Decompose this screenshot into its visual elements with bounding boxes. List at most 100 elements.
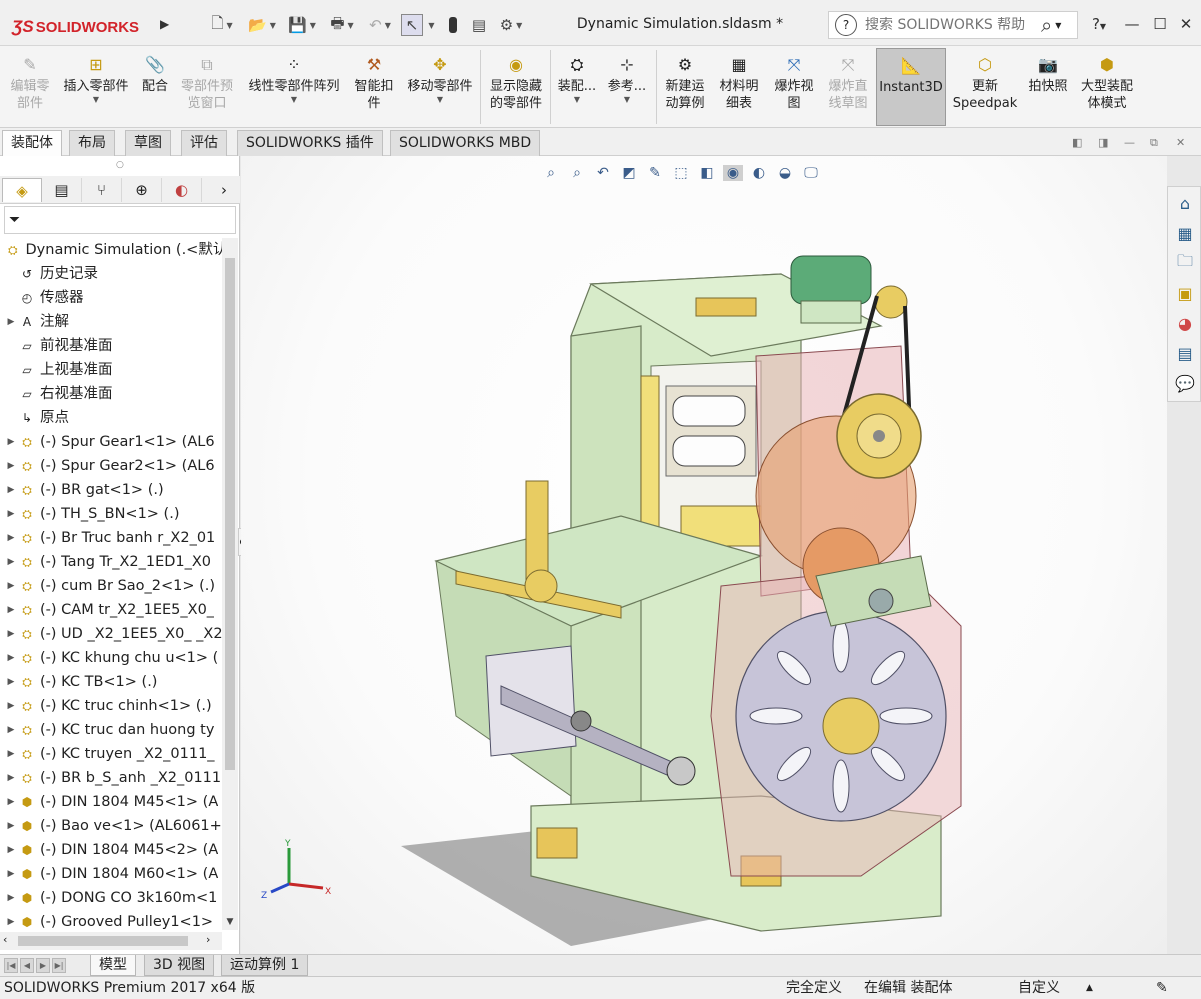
close-button[interactable]: ✕ — [1174, 12, 1198, 36]
feature-manager-tab[interactable]: ◈ — [2, 178, 42, 202]
tree-filter[interactable]: ⏷ — [4, 206, 236, 234]
panel-splitter-icon[interactable]: ○ — [116, 160, 124, 170]
scroll-down-icon[interactable]: ▼ — [222, 914, 238, 930]
configuration-manager-tab[interactable]: ⑂ — [82, 178, 122, 202]
expand-icon[interactable]: ▶ — [6, 670, 16, 694]
chevron-down-icon[interactable]: ▼ — [310, 21, 316, 30]
expand-icon[interactable]: ▶ — [6, 766, 16, 790]
scroll-up-icon[interactable] — [222, 238, 238, 254]
tree-item[interactable]: ▱ 前视基准面 — [0, 334, 222, 358]
scrollbar-thumb[interactable] — [225, 258, 235, 770]
expand-icon[interactable]: ▶ — [6, 886, 16, 910]
solidworks-logo[interactable]: ƷS SOLIDWORKS — [12, 12, 154, 42]
design-library-tab[interactable]: ▦ — [1170, 219, 1200, 247]
expand-icon[interactable]: ▶ — [6, 742, 16, 766]
save-button[interactable]: 💾 ▼ — [285, 14, 319, 36]
file-explorer-tab[interactable]: 🗀 — [1170, 249, 1200, 277]
show-hidden-components-button[interactable]: ◉ 显示隐藏 的零部件 — [484, 48, 548, 126]
file-properties-button[interactable]: ▤ — [469, 14, 489, 36]
tree-item[interactable]: ▶ ⛭ (-) Spur Gear1<1> (AL6 — [0, 430, 222, 454]
tree-item[interactable]: ◴ 传感器 — [0, 286, 222, 310]
appearances-tab[interactable]: ◕ — [1170, 309, 1200, 337]
forum-tab[interactable]: 💬 — [1170, 369, 1200, 397]
prev-tab-icon[interactable]: ◀ — [20, 958, 34, 973]
help-button[interactable]: ?▼ — [1086, 12, 1112, 36]
reference-geometry-button[interactable]: ⊹ 参考... ▼ — [604, 48, 650, 126]
search-icon[interactable]: ⌕ — [1041, 13, 1052, 37]
chevron-down-icon[interactable]: ▼ — [226, 21, 232, 30]
tree-item[interactable]: ▶ ⬢ (-) DIN 1804 M45<2> (A — [0, 838, 222, 862]
help-question-icon[interactable]: ? — [835, 14, 857, 36]
first-tab-icon[interactable]: |◀ — [4, 958, 18, 973]
instant3d-button[interactable]: 📐 Instant3D — [876, 48, 946, 126]
tree-item[interactable]: ▶ A 注解 — [0, 310, 222, 334]
tree-horizontal-scrollbar[interactable]: ‹ › — [0, 932, 222, 950]
tree-root[interactable]: ⛭ Dynamic Simulation (.<默认 — [0, 238, 222, 262]
doc-minimize-icon[interactable]: — — [1124, 136, 1135, 149]
linear-pattern-button[interactable]: ⁘ 线性零部件阵列 ▼ — [242, 48, 346, 126]
search-input[interactable] — [865, 17, 1035, 33]
tree-item[interactable]: ▶ ⛭ (-) KC truyen _X2_0111_ — [0, 742, 222, 766]
custom-properties-tab[interactable]: ▤ — [1170, 339, 1200, 367]
expand-icon[interactable]: ▶ — [6, 502, 16, 526]
tab-model[interactable]: 模型 — [90, 955, 136, 976]
move-component-button[interactable]: ✥ 移动零部件 ▼ — [402, 48, 478, 126]
tree-item[interactable]: ▱ 上视基准面 — [0, 358, 222, 382]
chevron-down-icon[interactable]: ▼ — [348, 21, 354, 30]
chevron-down-icon[interactable]: ▼ — [437, 95, 443, 105]
expand-icon[interactable]: ▶ — [6, 574, 16, 598]
chevron-down-icon[interactable]: ▼ — [291, 95, 297, 105]
expand-icon[interactable]: ▶ — [6, 310, 16, 334]
open-document-button[interactable]: 📂 ▼ — [245, 14, 279, 36]
update-speedpak-button[interactable]: ⬡ 更新 Speedpak — [950, 48, 1020, 126]
display-manager-tab[interactable]: ◐ — [162, 178, 202, 202]
expand-icon[interactable]: ▶ — [6, 454, 16, 478]
tree-vertical-scrollbar[interactable]: ▼ — [222, 238, 238, 930]
last-tab-icon[interactable]: ▶| — [52, 958, 66, 973]
tree-item[interactable]: ▶ ⬢ (-) DIN 1804 M45<1> (A — [0, 790, 222, 814]
tree-item[interactable]: ▶ ⬢ (-) Bao ve<1> (AL6061+ — [0, 814, 222, 838]
solidworks-resources-tab[interactable]: ⌂ — [1170, 189, 1200, 217]
expand-icon[interactable]: ▶ — [6, 598, 16, 622]
chevron-down-icon[interactable]: ▼ — [270, 21, 276, 30]
tree-item[interactable]: ↺ 历史记录 — [0, 262, 222, 286]
tree-item[interactable]: ▶ ⛭ (-) CAM tr_X2_1EE5_X0_ — [0, 598, 222, 622]
tree-item[interactable]: ▶ ⬢ (-) DONG CO 3k160m<1 — [0, 886, 222, 910]
expand-icon[interactable]: ▶ — [6, 622, 16, 646]
tree-item[interactable]: ▶ ⬢ (-) Grooved Pulley1<1> — [0, 910, 222, 934]
tree-item[interactable]: ▶ ⛭ (-) Tang Tr_X2_1ED1_X0 — [0, 550, 222, 574]
expand-icon[interactable]: ▶ — [6, 814, 16, 838]
tab-mbd[interactable]: SOLIDWORKS MBD — [390, 130, 541, 156]
tree-item[interactable]: ▶ ⬢ (-) DIN 1804 M60<1> (A — [0, 862, 222, 886]
tree-item[interactable]: ▶ ⛭ (-) UD _X2_1EE5_X0_ _X2 — [0, 622, 222, 646]
select-button[interactable]: ↖ — [401, 14, 423, 36]
next-tab-icon[interactable]: ▶ — [36, 958, 50, 973]
rebuild-button[interactable] — [443, 14, 463, 36]
help-search-box[interactable]: ? ⌕ ▼ — [828, 11, 1078, 39]
edit-component-button[interactable]: ✎ 编辑零 部件 — [4, 48, 56, 126]
tab-layout[interactable]: 布局 — [69, 130, 115, 156]
tab-evaluate[interactable]: 评估 — [181, 130, 227, 156]
smart-fasteners-button[interactable]: ⚒ 智能扣 件 — [348, 48, 400, 126]
tab-3d-view[interactable]: 3D 视图 — [144, 955, 215, 976]
tab-assembly[interactable]: 装配体 — [2, 130, 62, 156]
chevron-down-icon[interactable]: ▼ — [93, 95, 99, 105]
expand-icon[interactable]: ▶ — [6, 646, 16, 670]
expand-icon[interactable]: ▶ — [6, 478, 16, 502]
dimxpert-tab[interactable]: ⊕ — [122, 178, 162, 202]
expand-icon[interactable]: ▶ — [6, 430, 16, 454]
new-motion-study-button[interactable]: ⚙ 新建运 动算例 — [660, 48, 710, 126]
tab-addins[interactable]: SOLIDWORKS 插件 — [237, 130, 383, 156]
tree-item[interactable]: ▶ ⛭ (-) BR b_S_anh _X2_0111 — [0, 766, 222, 790]
graphics-area[interactable]: ⌕ ⌕ ↶ ◩ ✎ ⬚ ◧ ◉ ◐ ◒ 🖵 Y X Z — [241, 156, 1167, 954]
chevron-down-icon[interactable]: ▼ — [624, 95, 630, 105]
chevron-down-icon[interactable]: ▼ — [385, 21, 391, 30]
rebuild-status-icon[interactable]: ✎ — [1156, 977, 1168, 999]
tree-item[interactable]: ▶ ⛭ (-) KC TB<1> (.) — [0, 670, 222, 694]
doc-restore-icon[interactable]: ⧉ — [1150, 136, 1158, 150]
expand-icon[interactable]: ▶ — [6, 862, 16, 886]
exploded-view-button[interactable]: ⤧ 爆炸视 图 — [768, 48, 820, 126]
expand-icon[interactable]: ▶ — [6, 790, 16, 814]
expand-icon[interactable]: ▶ — [6, 838, 16, 862]
minimize-button[interactable]: — — [1120, 12, 1144, 36]
